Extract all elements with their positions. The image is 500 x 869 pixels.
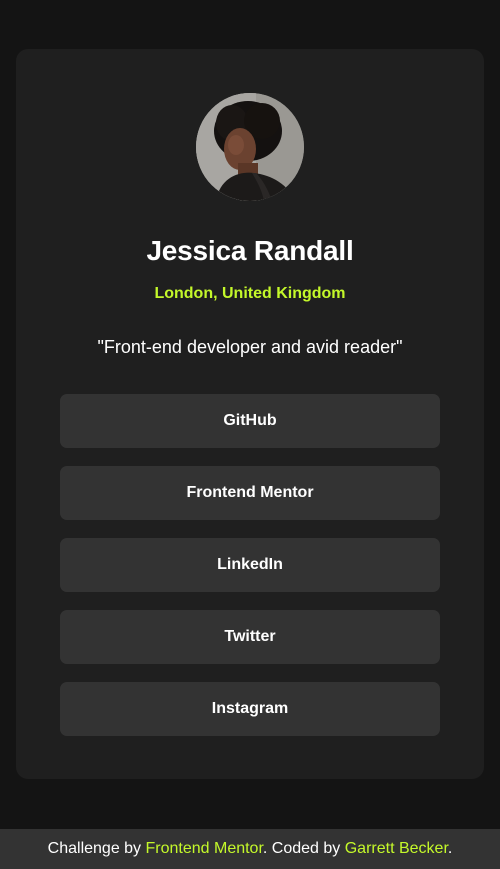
profile-name: Jessica Randall [146,235,354,266]
link-frontend-mentor-button[interactable]: Frontend Mentor [60,466,440,520]
link-linkedin-button[interactable]: LinkedIn [60,538,440,592]
link-twitter-button[interactable]: Twitter [60,610,440,664]
profile-card: Jessica Randall London, United Kingdom "… [16,49,484,779]
attribution-footer: Challenge by Frontend Mentor. Coded by G… [0,829,500,869]
link-github-button[interactable]: GitHub [60,394,440,448]
footer-prefix-text: Challenge by [47,840,146,857]
profile-bio: "Front-end developer and avid reader" [97,337,403,357]
link-instagram-button[interactable]: Instagram [60,682,440,736]
avatar [196,93,304,201]
profile-location: London, United Kingdom [154,285,346,302]
footer-middle-text: . Coded by [262,840,345,857]
page: Jessica Randall London, United Kingdom "… [0,0,500,869]
footer-author-link[interactable]: Garrett Becker [345,840,448,857]
social-links-list: GitHub Frontend Mentor LinkedIn Twitter … [60,394,440,754]
footer-challenge-link[interactable]: Frontend Mentor [146,840,263,857]
footer-suffix-text: . [447,840,453,857]
avatar-image [196,93,304,201]
